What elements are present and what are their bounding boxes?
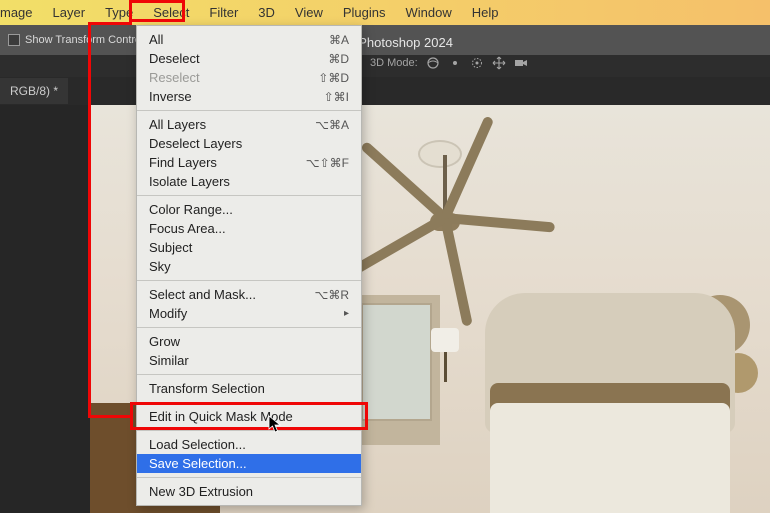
menu-type[interactable]: Type [95,1,143,24]
menu-separator [137,430,361,431]
tutorial-connector [88,415,132,418]
menu-item-label: Focus Area... [149,221,226,236]
menu-item-reselect: Reselect ⇧⌘D [137,68,361,87]
menu-item-subject[interactable]: Subject [137,238,361,257]
dolly-icon[interactable] [470,56,484,70]
menu-item-label: Grow [149,334,180,349]
menu-item-label: Reselect [149,70,200,85]
menu-item-color-range[interactable]: Color Range... [137,200,361,219]
document-tab[interactable]: RGB/8) * [0,78,68,104]
menu-separator [137,477,361,478]
menu-item-new-3d-extrusion[interactable]: New 3D Extrusion [137,482,361,501]
move-icon[interactable] [492,56,506,70]
menu-separator [137,327,361,328]
menu-item-label: Load Selection... [149,437,246,452]
menu-item-isolate-layers[interactable]: Isolate Layers [137,172,361,191]
menu-window[interactable]: Window [396,1,462,24]
ceiling-fan [430,155,460,231]
menu-item-load-selection[interactable]: Load Selection... [137,435,361,454]
menu-item-label: Transform Selection [149,381,265,396]
menu-item-deselect-layers[interactable]: Deselect Layers [137,134,361,153]
menu-shortcut: ⌘D [328,52,349,66]
left-panel-dark [0,105,90,513]
menu-item-label: Deselect Layers [149,136,242,151]
menu-item-label: Inverse [149,89,192,104]
menu-item-all[interactable]: All ⌘A [137,30,361,49]
menu-item-label: Similar [149,353,189,368]
menu-item-sky[interactable]: Sky [137,257,361,276]
menu-shortcut: ⌘A [329,33,349,47]
menu-filter[interactable]: Filter [199,1,248,24]
menu-item-all-layers[interactable]: All Layers ⌥⌘A [137,115,361,134]
menu-shortcut: ⇧⌘D [318,71,349,85]
menu-item-label: Save Selection... [149,456,247,471]
menu-item-deselect[interactable]: Deselect ⌘D [137,49,361,68]
menu-item-find-layers[interactable]: Find Layers ⌥⇧⌘F [137,153,361,172]
menu-view[interactable]: View [285,1,333,24]
menu-item-label: Select and Mask... [149,287,256,302]
menu-item-label: Deselect [149,51,200,66]
menu-separator [137,374,361,375]
menu-item-transform-selection[interactable]: Transform Selection [137,379,361,398]
menu-separator [137,402,361,403]
pan-icon[interactable] [448,56,462,70]
menu-item-modify[interactable]: Modify ▸ [137,304,361,323]
menu-shortcut: ⌥⌘A [315,118,349,132]
tutorial-connector [88,22,91,418]
menu-3d[interactable]: 3D [248,1,285,24]
document-tabs: RGB/8) * [0,77,770,105]
tutorial-connector [88,22,132,25]
menu-separator [137,195,361,196]
menu-item-save-selection[interactable]: Save Selection... [137,454,361,473]
camera-icon[interactable] [514,56,528,70]
menu-plugins[interactable]: Plugins [333,1,396,24]
bed [490,383,730,513]
options-bar: Show Transform Controls [0,25,770,55]
menu-item-focus-area[interactable]: Focus Area... [137,219,361,238]
menu-select[interactable]: Select [143,1,199,24]
menu-item-inverse[interactable]: Inverse ⇧⌘I [137,87,361,106]
menu-layer[interactable]: Layer [43,1,96,24]
menu-image[interactable]: mage [0,1,43,24]
menu-help[interactable]: Help [462,1,509,24]
menu-item-select-and-mask[interactable]: Select and Mask... ⌥⌘R [137,285,361,304]
menu-item-grow[interactable]: Grow [137,332,361,351]
submenu-arrow-icon: ▸ [344,308,349,319]
menu-shortcut: ⇧⌘I [324,90,349,104]
3d-mode-label: 3D Mode: [370,57,418,69]
3d-mode-controls: 3D Mode: [370,56,528,70]
menu-item-label: Edit in Quick Mask Mode [149,409,293,424]
menu-item-label: All Layers [149,117,206,132]
menu-item-label: Find Layers [149,155,217,170]
show-transform-checkbox[interactable] [8,34,20,46]
menu-item-similar[interactable]: Similar [137,351,361,370]
menu-item-label: All [149,32,163,47]
menu-shortcut: ⌥⇧⌘F [306,156,349,170]
menu-item-label: Sky [149,259,171,274]
lamp [430,328,460,383]
menu-item-label: New 3D Extrusion [149,484,253,499]
select-menu-dropdown: All ⌘A Deselect ⌘D Reselect ⇧⌘D Inverse ⇧⌘I All … [136,25,362,506]
orbit-icon[interactable] [426,56,440,70]
menu-shortcut: ⌥⌘R [315,288,350,302]
menu-item-label: Modify [149,306,187,321]
menu-item-label: Color Range... [149,202,233,217]
menu-separator [137,110,361,111]
menu-item-label: Subject [149,240,192,255]
menu-separator [137,280,361,281]
menu-item-edit-in-quick-mask-mode[interactable]: Edit in Quick Mask Mode [137,407,361,426]
menu-item-label: Isolate Layers [149,174,230,189]
